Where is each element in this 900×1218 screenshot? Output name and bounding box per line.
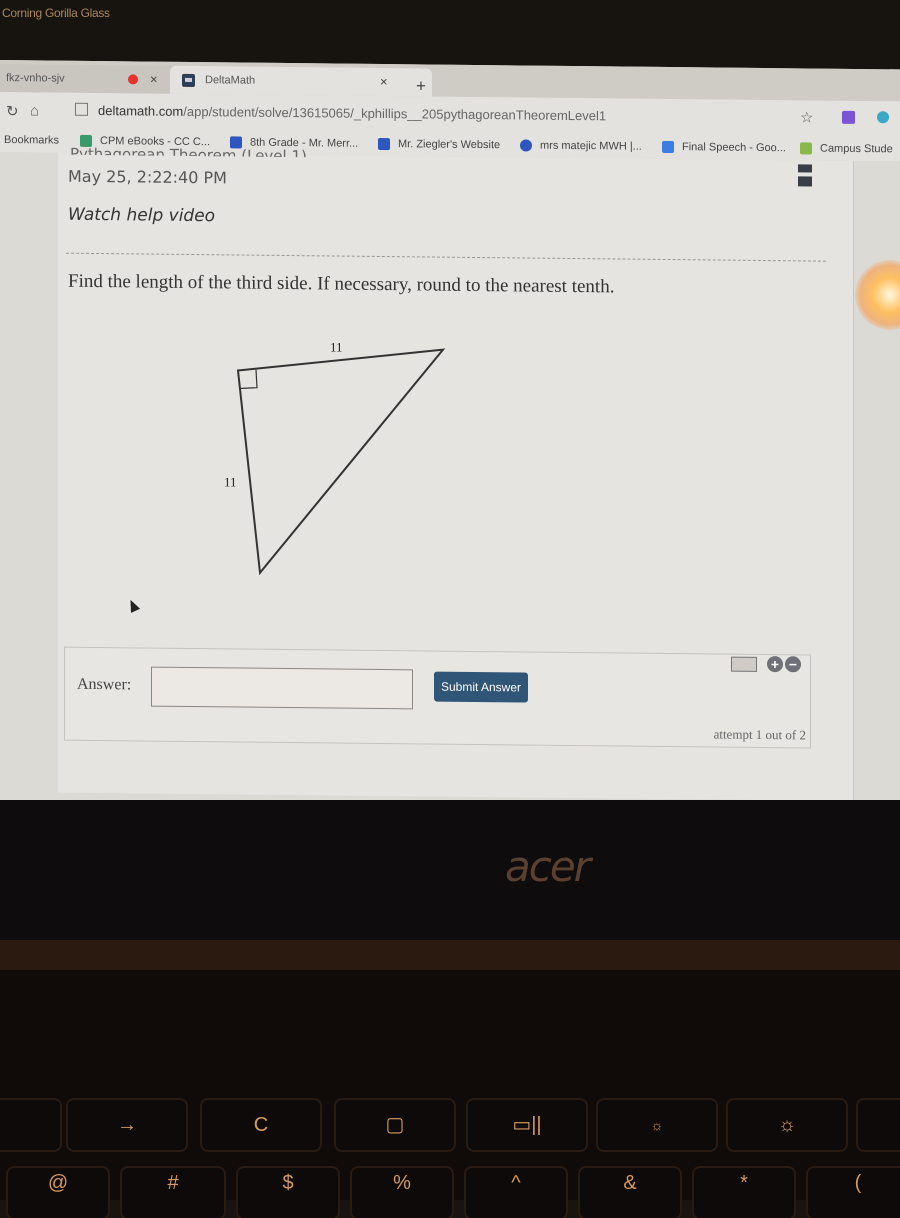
extension-puzzle-icon[interactable] [842, 110, 855, 124]
key-fullscreen[interactable]: ▢ [336, 1100, 454, 1150]
key-5[interactable]: % [352, 1168, 452, 1218]
keyboard-deck: → C ▢ ▭|| ☼ ☼ @ # $ % ^ & * ( [0, 970, 900, 1218]
key-refresh[interactable]: C [202, 1100, 320, 1150]
laptop-hinge [0, 940, 900, 970]
tab-label: DeltaMath [205, 74, 256, 87]
home-icon[interactable]: ⌂ [30, 102, 39, 119]
key-back[interactable] [0, 1100, 60, 1150]
answer-label: Answer: [77, 675, 132, 694]
screen-bezel-top: Corning Gorilla Glass [0, 0, 900, 70]
bookmark-ziegler[interactable]: Mr. Ziegler's Website [378, 137, 501, 152]
key-4[interactable]: $ [238, 1168, 338, 1218]
bookmarks-label: Bookmarks [4, 134, 60, 147]
reload-icon[interactable]: ↻ [6, 102, 19, 120]
page-info-icon[interactable] [75, 102, 88, 116]
bookmark-label: Campus Stude [820, 142, 893, 156]
key-2[interactable]: @ [8, 1168, 108, 1218]
key-overview[interactable]: ▭|| [468, 1100, 586, 1150]
key-6[interactable]: ^ [466, 1168, 566, 1218]
recording-icon [128, 74, 138, 85]
key-volume[interactable] [858, 1100, 900, 1150]
bookmark-campus[interactable]: Campus Stude [800, 142, 893, 155]
key-8[interactable]: * [694, 1168, 794, 1218]
url-domain: deltamath.com [98, 103, 184, 119]
problem-card: Pythagorean Theorem (Level 1) May 25, 2:… [58, 145, 854, 801]
timestamp: May 25, 2:22:40 PM [68, 166, 227, 188]
address-bar[interactable]: deltamath.com/app/student/solve/13615065… [75, 102, 607, 124]
google-sites-icon [378, 137, 390, 151]
url-path: /app/student/solve/13615065/_kphillips__… [183, 103, 607, 124]
key-9[interactable]: ( [808, 1168, 900, 1218]
extension-icon[interactable] [877, 111, 889, 124]
key-brightness-up[interactable]: ☼ [728, 1100, 846, 1150]
keyboard-icon[interactable] [731, 656, 757, 672]
acer-logo: acer [505, 842, 591, 891]
deltamath-icon [182, 73, 195, 87]
close-icon[interactable]: × [380, 74, 388, 89]
bookmark-label: mrs matejic MWH |... [540, 139, 642, 153]
top-leg-label: 11 [330, 339, 343, 354]
right-angle-marker [238, 369, 258, 390]
close-icon[interactable]: × [150, 72, 158, 87]
campus-icon [800, 142, 812, 155]
google-docs-icon [662, 140, 674, 154]
key-3[interactable]: # [122, 1168, 224, 1218]
divider [66, 252, 826, 262]
problem-title: Pythagorean Theorem (Level 1) [70, 144, 307, 158]
key-7[interactable]: & [580, 1168, 680, 1218]
bookmark-label: Mr. Ziegler's Website [398, 138, 501, 152]
tab-meet[interactable]: fkz-vnho-sjv × [0, 64, 176, 94]
key-brightness-down[interactable]: ☼ [598, 1100, 716, 1150]
bookmark-label: Final Speech - Goo... [682, 141, 786, 155]
question-text: Find the length of the third side. If ne… [68, 270, 615, 298]
tab-label: fkz-vnho-sjv [6, 72, 65, 85]
submit-answer-button[interactable]: Submit Answer [434, 671, 528, 703]
answer-input[interactable] [151, 666, 413, 710]
page-content: Pythagorean Theorem (Level 1) May 25, 2:… [0, 145, 900, 812]
calculator-icon[interactable] [798, 164, 812, 188]
triangle [236, 348, 446, 576]
zoom-out-icon[interactable]: − [785, 656, 801, 673]
q-icon [520, 139, 532, 152]
gorilla-glass-label: Corning Gorilla Glass [2, 6, 110, 20]
triangle-diagram: 11 11 [224, 339, 446, 576]
bookmark-matejic[interactable]: mrs matejic MWH |... [520, 139, 642, 153]
bookmark-final-speech[interactable]: Final Speech - Goo... [662, 140, 786, 155]
left-leg-label: 11 [224, 474, 237, 489]
zoom-in-icon[interactable]: + [767, 656, 783, 673]
answer-panel: + − Answer: Submit Answer attempt 1 out … [64, 646, 811, 749]
bookmark-star-icon[interactable]: ☆ [800, 108, 813, 126]
new-tab-button[interactable]: + [416, 76, 426, 96]
attempt-counter: attempt 1 out of 2 [713, 726, 806, 743]
help-video-link[interactable]: Watch help video [68, 205, 215, 227]
tab-deltamath[interactable]: DeltaMath × [170, 65, 432, 97]
laptop-screen: fkz-vnho-sjv × DeltaMath × + ↻ ⌂ deltama… [0, 60, 900, 812]
screen-bezel-bottom: acer [0, 800, 900, 940]
key-forward[interactable]: → [68, 1100, 186, 1150]
